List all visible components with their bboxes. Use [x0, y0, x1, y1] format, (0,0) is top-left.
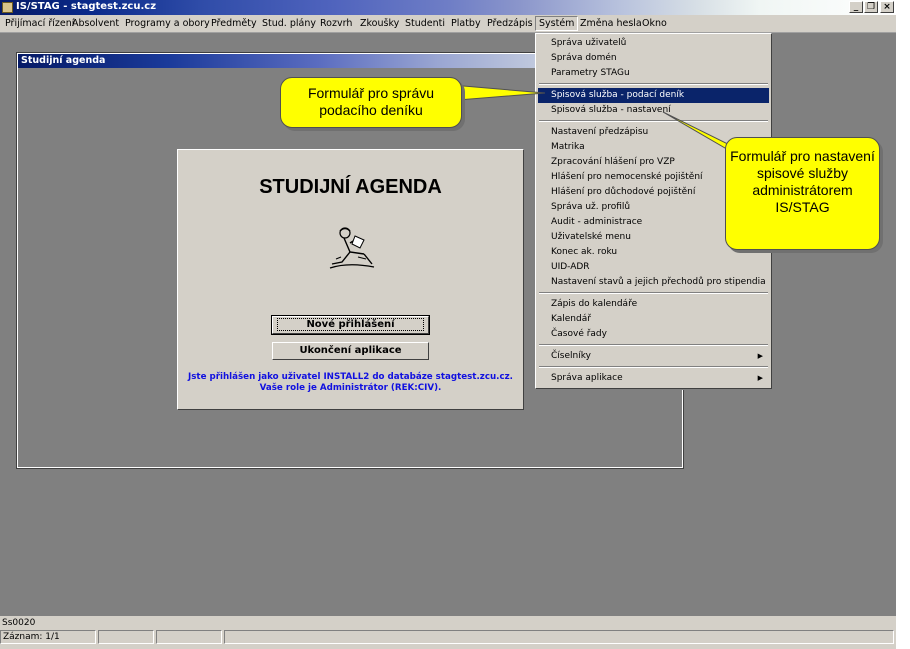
status-cell: [224, 630, 894, 644]
status-cell: [98, 630, 154, 644]
window-edge: [896, 15, 910, 649]
callout-podaci-denik: Formulář pro správu podacího deníku: [280, 77, 462, 128]
statusbar: Ss0020 Záznam: 1/1: [0, 616, 896, 649]
record-cell: Záznam: 1/1: [0, 630, 96, 644]
form-code: Ss0020: [2, 618, 36, 628]
record-indicator: Záznam: 1/1: [3, 632, 60, 642]
status-cell: [156, 630, 222, 644]
callout-nastaveni: Formulář pro nastavení spisové služby ad…: [725, 137, 880, 250]
